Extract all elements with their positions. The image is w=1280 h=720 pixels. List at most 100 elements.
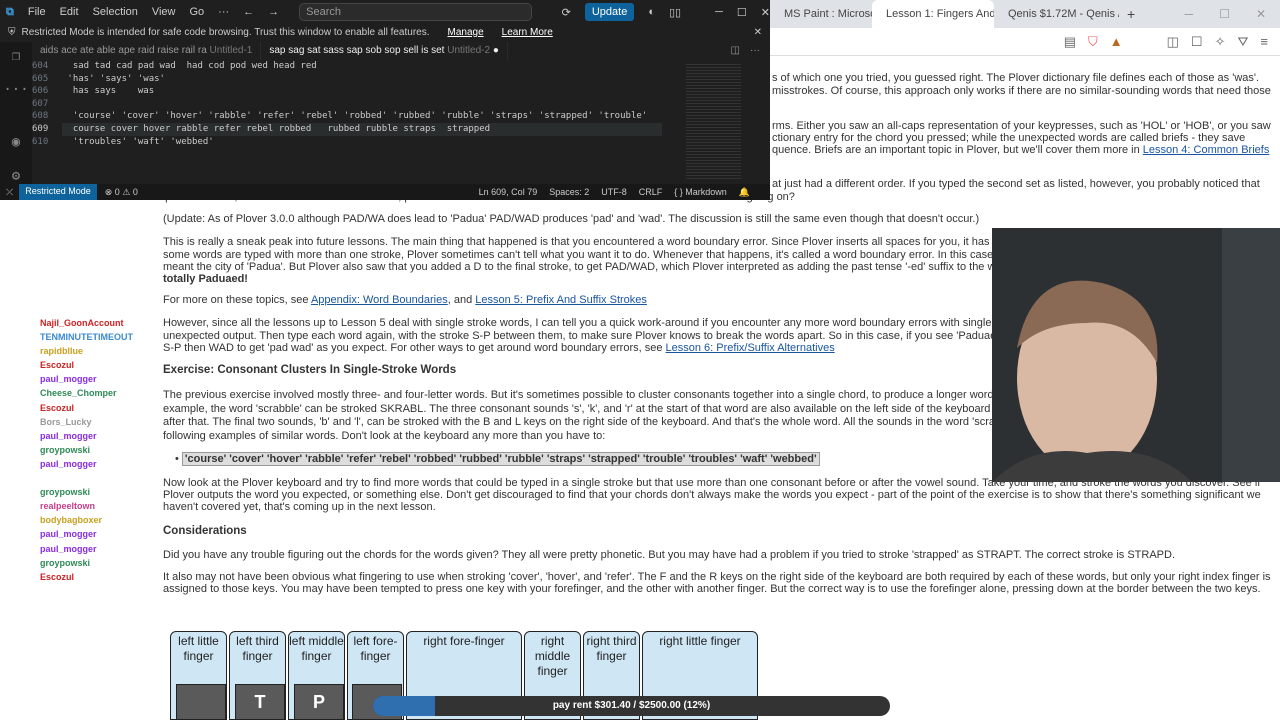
goal-progress-fill	[373, 696, 436, 716]
chat-username[interactable]	[40, 471, 165, 485]
status-eol[interactable]: CRLF	[639, 187, 663, 198]
link-lesson-6[interactable]: Lesson 6: Prefix/Suffix Alternatives	[666, 342, 835, 354]
menu-go[interactable]: Go	[189, 6, 204, 18]
doc-line: at just had a different order. If you ty…	[772, 178, 1260, 190]
remote-icon[interactable]: ⤫	[0, 187, 19, 198]
word-list-item: • 'course' 'cover' 'hover' 'rabble' 'ref…	[175, 452, 820, 466]
chat-username[interactable]: TENMINUTETIMEOUT	[40, 330, 165, 344]
menu-edit[interactable]: Edit	[60, 6, 79, 18]
close-window-icon[interactable]: ✕	[1256, 7, 1266, 21]
doc-line: totally Paduaed!	[163, 273, 248, 285]
chat-username[interactable]: paul_mogger	[40, 372, 165, 386]
nav-back-icon[interactable]: ←	[243, 6, 254, 18]
rewards-icon[interactable]: ▲	[1110, 34, 1123, 49]
chat-username[interactable]: paul_mogger	[40, 527, 165, 541]
link-lesson-4[interactable]: Lesson 4: Common Briefs	[1143, 144, 1270, 156]
learn-more-link[interactable]: Learn More	[502, 27, 553, 38]
menu-file[interactable]: File	[28, 6, 46, 18]
doc-line: after that. The final two sounds, 'b' an…	[163, 416, 1010, 428]
browser-tab-qenis[interactable]: Qenis $1.72M - Qenis / S	[994, 0, 1119, 28]
doc-line: Did you have any trouble figuring out th…	[163, 549, 1176, 561]
layout-icon[interactable]: ▯▯	[669, 6, 681, 19]
chat-username[interactable]: Bors_Lucky	[40, 415, 165, 429]
chat-username[interactable]: groypowski	[40, 443, 165, 457]
doc-line: example, the word 'scrabble' can be stro…	[163, 403, 1006, 415]
close-window-icon[interactable]: ✕	[761, 6, 770, 19]
menu-view[interactable]: View	[152, 6, 176, 18]
update-note: (Update: As of Plover 3.0.0 although PAD…	[163, 213, 980, 225]
doc-line: following examples of similar words. Don…	[163, 430, 606, 442]
update-button[interactable]: Update	[584, 3, 635, 21]
browser-tab-lesson[interactable]: Lesson 1: Fingers And✕	[872, 0, 994, 28]
link-word-boundaries[interactable]: Appendix: Word Boundaries	[311, 294, 448, 306]
status-indentation[interactable]: Spaces: 2	[549, 187, 589, 198]
chat-username[interactable]: groypowski	[40, 485, 165, 499]
doc-line: misstrokes. Of course, this approach onl…	[772, 85, 1271, 97]
command-search-input[interactable]: Search	[299, 3, 532, 21]
bookmark-icon[interactable]: ☐	[1191, 34, 1203, 50]
menu-selection[interactable]: Selection	[93, 6, 138, 18]
chat-username[interactable]: Najil_GoonAccount	[40, 316, 165, 330]
close-banner-icon[interactable]: ✕	[754, 27, 770, 38]
brave-shield-icon[interactable]: ⛉	[1088, 34, 1098, 50]
explorer-icon[interactable]: ❐	[12, 48, 20, 64]
account-icon[interactable]: ◉	[12, 134, 20, 150]
bell-icon[interactable]: 🔔	[739, 187, 750, 198]
chat-username[interactable]: Cheese_Chomper	[40, 386, 165, 400]
browser-tab-paint[interactable]: MS Paint : Microsoft Paint	[770, 0, 872, 28]
chat-username[interactable]: Escozul	[40, 570, 165, 584]
tab-untitled-2[interactable]: sap sag sat sass sap sob sop sell is set…	[261, 42, 508, 60]
vscode-window: ⧉ File Edit Selection View Go ··· ← → Sea…	[0, 0, 770, 200]
status-cursor-position[interactable]: Ln 609, Col 79	[479, 187, 538, 198]
chat-username[interactable]: groypowski	[40, 556, 165, 570]
doc-line: assigned to those keys. You may have bee…	[163, 583, 1261, 595]
menu-icon[interactable]: ≡	[1260, 34, 1268, 49]
wallet-icon[interactable]: ⛛	[1237, 34, 1248, 50]
settings-gear-icon[interactable]: ⚙	[12, 168, 20, 184]
chat-username[interactable]: realpeeltown	[40, 499, 165, 513]
code-line: 606 has says was	[32, 86, 155, 97]
chat-username[interactable]: Escozul	[40, 358, 165, 372]
maximize-icon[interactable]: ☐	[737, 6, 747, 19]
status-language[interactable]: { } Markdown	[674, 187, 727, 198]
new-tab-button[interactable]: +	[1119, 0, 1143, 28]
steno-key	[176, 684, 226, 720]
minimap[interactable]	[686, 64, 741, 180]
tab-untitled-1[interactable]: aids ace ate able ape raid raise rail ra…	[32, 42, 262, 60]
accounts-icon[interactable]: ◐	[648, 6, 655, 18]
chat-username[interactable]: paul_mogger	[40, 457, 165, 471]
chat-username[interactable]: paul_mogger	[40, 429, 165, 443]
more-icon[interactable]: ···	[3, 82, 28, 98]
activity-bar: ❐ ··· ◉ ⚙	[0, 42, 32, 184]
restricted-mode-banner: ⛨ Restricted Mode is intended for safe c…	[0, 24, 770, 40]
chat-username[interactable]: rapidbllue	[40, 344, 165, 358]
maximize-icon[interactable]: ☐	[1219, 7, 1230, 21]
status-restricted-mode[interactable]: Restricted Mode	[19, 184, 97, 200]
code-line: 605 'has' 'says' 'was'	[32, 73, 165, 84]
chat-username[interactable]: paul_mogger	[40, 542, 165, 556]
split-editor-icon[interactable]: ◫	[731, 45, 740, 57]
doc-line: quence. Briefs are an important topic in…	[772, 144, 1270, 156]
status-problems[interactable]: ⊗ 0 ⚠ 0	[97, 187, 138, 198]
nav-forward-icon[interactable]: →	[268, 6, 279, 18]
more-menu-icon[interactable]: ···	[218, 6, 229, 18]
code-editor[interactable]: 604 sad tad cad pad wad had cod pod wed …	[32, 60, 682, 148]
copilot-icon[interactable]: ⟳	[562, 6, 571, 19]
status-encoding[interactable]: UTF-8	[601, 187, 627, 198]
stream-chat: Najil_GoonAccount TENMINUTETIMEOUT rapidbl…	[40, 316, 165, 584]
sidebar-icon[interactable]: ◫	[1167, 34, 1179, 50]
more-actions-icon[interactable]: ···	[750, 45, 760, 57]
link-lesson-5[interactable]: Lesson 5: Prefix And Suffix Strokes	[475, 294, 647, 306]
minimize-icon[interactable]: ─	[1185, 7, 1194, 21]
chat-username[interactable]: Escozul	[40, 401, 165, 415]
code-line-current: 609 course cover hover rabble refer rebe…	[32, 122, 682, 136]
doc-line: meant the city of 'Padua'. But Plover al…	[163, 261, 1015, 273]
doc-line: haven't covered yet, that's coming up in…	[163, 501, 436, 513]
leo-icon[interactable]: ✧	[1215, 34, 1226, 50]
minimize-icon[interactable]: ─	[715, 6, 723, 18]
browser-toolbar: ▤ ⛉ ▲ ◫ ☐ ✧ ⛛ ≡	[770, 28, 1280, 56]
manage-link[interactable]: Manage	[448, 27, 484, 38]
chat-username[interactable]: bodybagboxer	[40, 513, 165, 527]
doc-line: s of which one you tried, you guessed ri…	[772, 72, 1260, 84]
reader-icon[interactable]: ▤	[1064, 34, 1076, 50]
